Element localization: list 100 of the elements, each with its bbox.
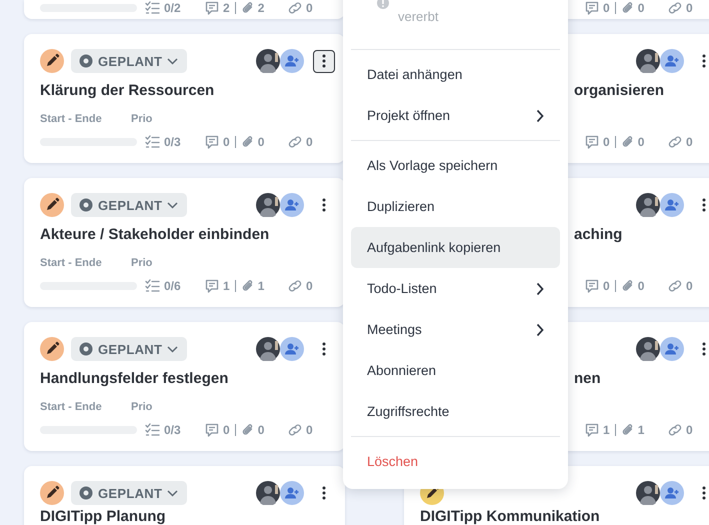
comment-count: 0 (603, 279, 610, 293)
priority-label: Prio (131, 400, 152, 414)
link-icon (667, 423, 682, 437)
chevron-down-icon (167, 490, 178, 496)
comment-icon (585, 1, 599, 15)
status-icon (79, 54, 93, 68)
attachment-count: 0 (258, 135, 264, 149)
add-user-icon (665, 343, 679, 355)
checklist-icon (145, 423, 160, 437)
link-count: 0 (686, 1, 693, 15)
avatar (256, 49, 280, 73)
attachment-count: 0 (258, 423, 264, 437)
dots-icon (322, 54, 326, 68)
status-dropdown[interactable]: GEPLANT (71, 49, 188, 73)
menu-item[interactable]: Aufgabenlink kopieren (351, 227, 560, 268)
link-icon (667, 1, 682, 15)
checklist-icon (145, 135, 160, 149)
task-title: Handlungsfelder festlegen (40, 370, 228, 387)
comment-count: 0 (223, 135, 230, 149)
checklist-count: 0/6 (164, 279, 181, 293)
task-title: Akteure / Stakeholder einbinden (40, 226, 270, 243)
link-count: 0 (686, 279, 693, 293)
comment-icon (205, 279, 219, 293)
menu-item[interactable]: Als Vorlage speichern (351, 145, 560, 186)
avatar (256, 337, 280, 361)
link-icon (287, 1, 302, 15)
link-count: 0 (306, 135, 313, 149)
paperclip-icon (240, 279, 254, 293)
dots-icon (702, 198, 706, 212)
avatar (636, 193, 660, 217)
comment-icon (585, 135, 599, 149)
attachment-count: 0 (638, 279, 644, 293)
paperclip-icon (240, 1, 254, 15)
add-user-icon (285, 343, 299, 355)
more-button[interactable] (313, 50, 335, 72)
link-count: 0 (686, 423, 693, 437)
add-member-button[interactable] (660, 337, 684, 361)
add-member-button[interactable] (280, 193, 304, 217)
checklist-count: 0/2 (164, 1, 181, 15)
priority-label: Prio (131, 112, 152, 126)
status-icon (79, 342, 93, 356)
link-icon (287, 135, 302, 149)
paperclip-icon (240, 423, 254, 437)
task-title: aching (574, 226, 622, 243)
comment-icon (205, 1, 219, 15)
add-member-button[interactable] (280, 49, 304, 73)
menu-item[interactable]: Datei anhängen (351, 54, 560, 95)
status-dropdown[interactable]: GEPLANT (71, 337, 188, 361)
dots-icon (702, 486, 706, 500)
link-count: 0 (306, 279, 313, 293)
status-icon (79, 486, 93, 500)
comment-count: 1 (603, 423, 610, 437)
comment-count: 1 (223, 279, 230, 293)
comment-icon (585, 279, 599, 293)
task-title: DIGITipp Kommunikation (420, 508, 600, 525)
chevron-down-icon (167, 202, 178, 208)
attachment-count: 1 (258, 279, 264, 293)
comment-icon (205, 423, 219, 437)
avatar (256, 481, 280, 505)
comment-count: 0 (603, 135, 610, 149)
dots-icon (702, 54, 706, 68)
checklist-count: 0/3 (164, 423, 181, 437)
link-count: 0 (306, 1, 313, 15)
priority-label: Prio (131, 256, 152, 270)
menu-item[interactable]: Meetings (351, 309, 560, 350)
add-member-button[interactable] (660, 49, 684, 73)
add-member-button[interactable] (280, 481, 304, 505)
menu-item[interactable]: Projekt öffnen (351, 95, 560, 136)
link-icon (287, 423, 302, 437)
comment-count: 0 (603, 1, 610, 15)
menu-item[interactable]: Duplizieren (351, 186, 560, 227)
add-member-button[interactable] (660, 481, 684, 505)
status-icon (79, 198, 93, 212)
add-user-icon (285, 199, 299, 211)
checklist-count: 0/3 (164, 135, 181, 149)
dots-icon (702, 342, 706, 356)
paperclip-icon (240, 135, 254, 149)
status-dropdown[interactable]: GEPLANT (71, 193, 188, 217)
status-dropdown[interactable]: GEPLANT (71, 481, 188, 505)
task-title: organisieren (574, 82, 664, 99)
menu-item[interactable]: Löschen (351, 441, 560, 482)
link-icon (287, 279, 302, 293)
inherited-note: vererbt (398, 9, 438, 25)
add-member-button[interactable] (660, 193, 684, 217)
add-member-button[interactable] (280, 337, 304, 361)
task-title: Klärung der Ressourcen (40, 82, 214, 99)
avatar (636, 481, 660, 505)
task-title: nen (574, 370, 601, 387)
avatar (636, 49, 660, 73)
add-user-icon (665, 199, 679, 211)
attachment-count: 0 (638, 135, 644, 149)
link-count: 0 (306, 423, 313, 437)
menu-item[interactable]: Zugriffsrechte (351, 391, 560, 432)
chevron-down-icon (167, 58, 178, 64)
dots-icon (322, 342, 326, 356)
menu-item[interactable]: Abonnieren (351, 350, 560, 391)
checklist-icon (145, 1, 160, 15)
menu-item[interactable]: Todo-Listen (351, 268, 560, 309)
avatar (256, 193, 280, 217)
dots-icon (322, 486, 326, 500)
